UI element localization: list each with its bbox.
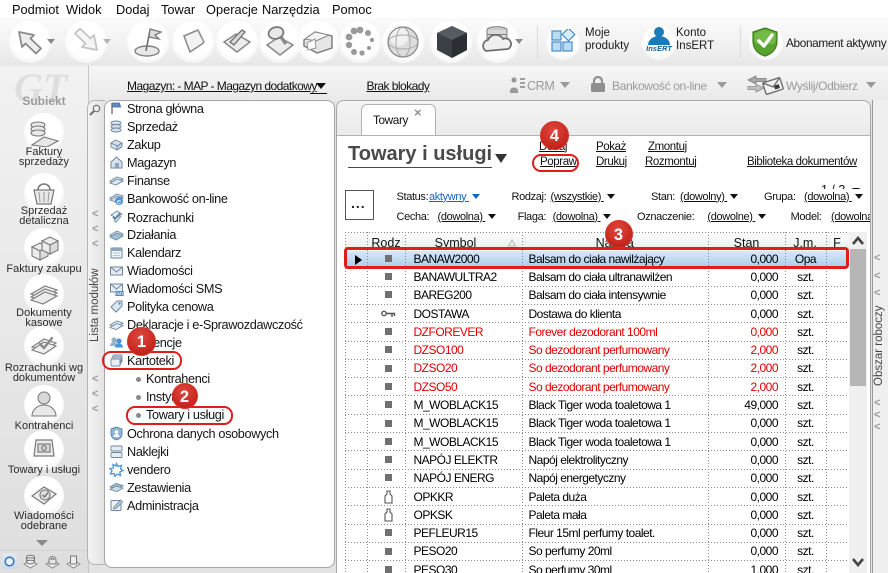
svg-text:InsERT: InsERT [646, 44, 673, 52]
svg-text:e: e [117, 196, 121, 205]
svg-text:SMS: SMS [115, 291, 124, 296]
